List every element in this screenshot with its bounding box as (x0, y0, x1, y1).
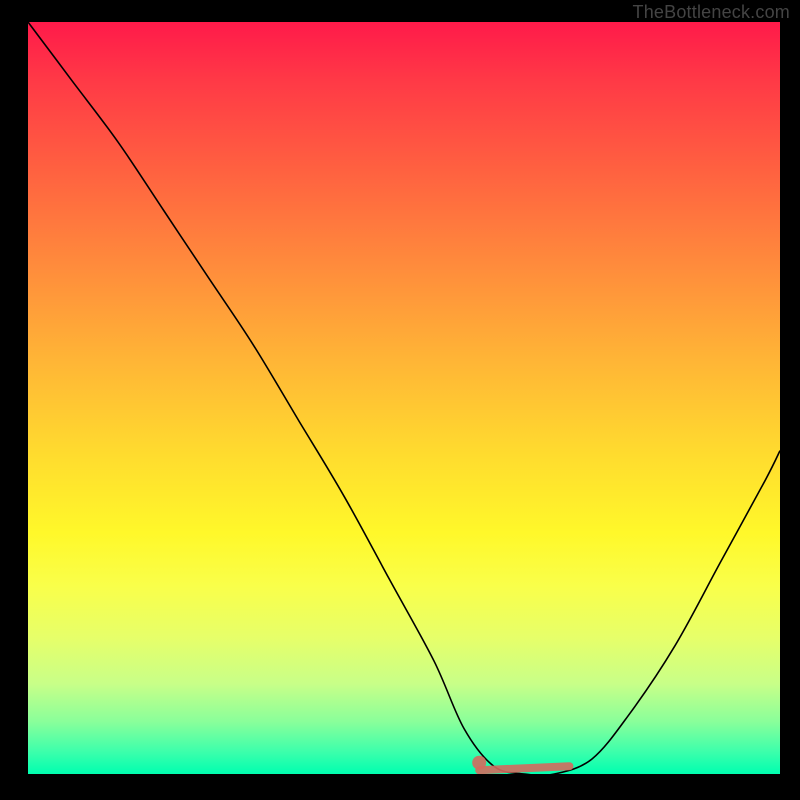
chart-frame (8, 22, 792, 792)
optimal-range-highlight (479, 766, 569, 770)
optimal-range-dot (472, 756, 486, 770)
attribution-text: TheBottleneck.com (633, 2, 790, 23)
chart-plot-area (28, 22, 780, 774)
bottleneck-curve (28, 22, 780, 774)
chart-svg (28, 22, 780, 774)
